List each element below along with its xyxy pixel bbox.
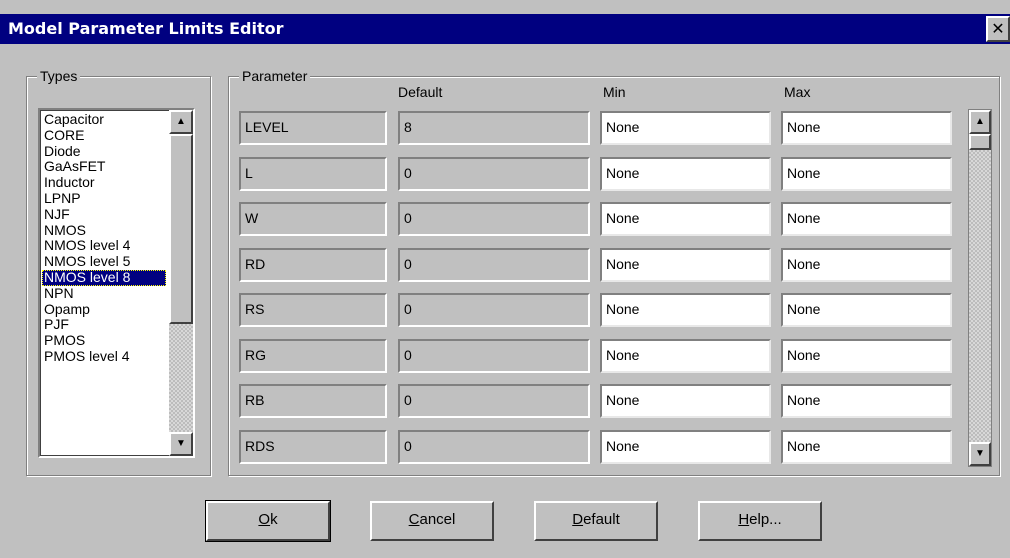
- types-list-item[interactable]: Diode: [42, 143, 166, 160]
- types-list-item[interactable]: Capacitor: [42, 111, 166, 128]
- param-name-field: RB: [239, 384, 387, 418]
- param-default-field: 0: [398, 202, 590, 236]
- help-label-rest: elp...: [749, 511, 782, 528]
- types-list-item[interactable]: NMOS level 5: [42, 253, 166, 270]
- param-name-field: RG: [239, 339, 387, 373]
- parameter-scroll-up-button[interactable]: ▲: [969, 110, 991, 134]
- param-max-input[interactable]: None: [781, 157, 952, 191]
- types-list-item[interactable]: GaAsFET: [42, 159, 166, 175]
- default-accel: D: [572, 511, 584, 528]
- cancel-label-rest: ancel: [419, 511, 456, 528]
- param-min-input[interactable]: None: [600, 248, 771, 282]
- parameter-scroll-down-button[interactable]: ▼: [969, 442, 991, 466]
- param-name-field: RD: [239, 248, 387, 282]
- types-list-item[interactable]: CORE: [42, 127, 166, 144]
- dialog-window: Model Parameter Limits Editor ✕ Types Ca…: [0, 0, 1010, 558]
- help-button[interactable]: Help...: [698, 501, 822, 541]
- types-list-item[interactable]: PMOS: [42, 332, 166, 349]
- param-max-input[interactable]: None: [781, 202, 952, 236]
- param-default-field: 0: [398, 384, 590, 418]
- param-name-field: RS: [239, 293, 387, 327]
- param-min-input[interactable]: None: [600, 111, 771, 145]
- types-group-label: Types: [37, 68, 81, 84]
- parameter-scrollbar[interactable]: ▲ ▼: [968, 109, 992, 467]
- param-name-field: L: [239, 157, 387, 191]
- title-bar[interactable]: Model Parameter Limits Editor ✕: [0, 14, 1010, 44]
- types-list-item[interactable]: NMOS: [42, 222, 166, 239]
- parameter-group-label: Parameter: [239, 68, 311, 84]
- param-max-input[interactable]: None: [781, 111, 952, 145]
- cancel-accel: C: [408, 511, 420, 528]
- scroll-up-icon: ▲: [975, 116, 985, 127]
- param-default-field: 0: [398, 430, 590, 464]
- param-min-input[interactable]: None: [600, 157, 771, 191]
- default-label-rest: efault: [583, 511, 620, 528]
- window-title: Model Parameter Limits Editor: [8, 19, 284, 38]
- types-list-item[interactable]: NMOS level 8: [42, 269, 166, 286]
- close-icon: ✕: [991, 19, 1005, 38]
- param-max-input[interactable]: None: [781, 384, 952, 418]
- ok-accel: O: [258, 511, 271, 528]
- default-button[interactable]: Default: [534, 501, 658, 541]
- scroll-down-icon: ▼: [975, 448, 985, 459]
- types-list-item[interactable]: NMOS level 4: [42, 238, 166, 254]
- types-scroll-down-button[interactable]: ▼: [169, 432, 193, 456]
- param-max-input[interactable]: None: [781, 339, 952, 373]
- min-column-header: Min: [603, 84, 626, 100]
- default-column-header: Default: [398, 84, 443, 100]
- types-listbox[interactable]: Capacitor CORE Diode GaAsFET Inductor LPNP NJF…: [38, 108, 195, 458]
- param-max-input[interactable]: None: [781, 248, 952, 282]
- types-list-item[interactable]: Inductor: [42, 174, 166, 191]
- ok-button[interactable]: Ok: [205, 500, 331, 542]
- param-name-field: W: [239, 202, 387, 236]
- param-min-input[interactable]: None: [600, 339, 771, 373]
- max-column-header: Max: [784, 84, 811, 100]
- param-min-input[interactable]: None: [600, 202, 771, 236]
- param-default-field: 0: [398, 248, 590, 282]
- param-name-field: LEVEL: [239, 111, 387, 145]
- param-max-input[interactable]: None: [781, 430, 952, 464]
- types-scrollbar[interactable]: ▲ ▼: [169, 110, 193, 456]
- help-accel: H: [738, 511, 750, 528]
- types-scroll-up-button[interactable]: ▲: [169, 110, 193, 134]
- types-list-item[interactable]: PMOS level 4: [42, 348, 166, 365]
- param-min-input[interactable]: None: [600, 293, 771, 327]
- cancel-button[interactable]: Cancel: [370, 501, 494, 541]
- ok-label-rest: k: [270, 511, 278, 528]
- types-list-item[interactable]: PJF: [42, 317, 166, 333]
- param-default-field: 0: [398, 339, 590, 373]
- scroll-down-icon: ▼: [176, 438, 186, 449]
- param-min-input[interactable]: None: [600, 430, 771, 464]
- param-max-input[interactable]: None: [781, 293, 952, 327]
- types-list-items: Capacitor CORE Diode GaAsFET Inductor LPNP NJF…: [42, 111, 166, 365]
- close-button[interactable]: ✕: [986, 16, 1010, 42]
- types-list-item[interactable]: NPN: [42, 285, 166, 302]
- param-default-field: 0: [398, 293, 590, 327]
- parameter-scroll-thumb[interactable]: [969, 134, 991, 150]
- types-scroll-thumb[interactable]: [169, 134, 193, 324]
- param-min-input[interactable]: None: [600, 384, 771, 418]
- types-list-item[interactable]: NJF: [42, 206, 166, 223]
- param-name-field: RDS: [239, 430, 387, 464]
- types-list-item[interactable]: LPNP: [42, 190, 166, 207]
- param-default-field: 0: [398, 157, 590, 191]
- param-default-field: 8: [398, 111, 590, 145]
- scroll-up-icon: ▲: [176, 116, 186, 127]
- types-list-item[interactable]: Opamp: [42, 301, 166, 318]
